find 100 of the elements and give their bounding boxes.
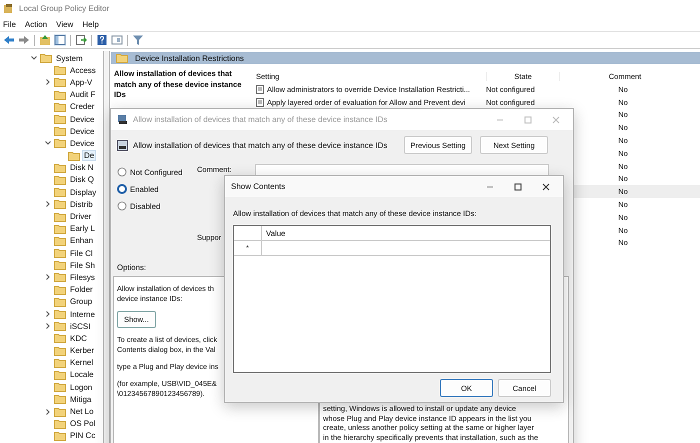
tree-item[interactable]: Audit F: [69, 90, 96, 100]
folder-icon: [54, 406, 66, 417]
tree-item[interactable]: Display: [69, 188, 98, 197]
folder-icon: [54, 199, 66, 210]
tree-item[interactable]: App-V: [69, 78, 94, 87]
folder-icon: [54, 162, 66, 173]
forward-arrow-icon[interactable]: [18, 34, 30, 46]
policy-setting-icon: [256, 84, 264, 94]
window-title: Local Group Policy Editor: [19, 4, 110, 13]
filter-icon[interactable]: [132, 34, 144, 46]
back-arrow-icon[interactable]: [3, 34, 15, 46]
folder-icon: [54, 248, 66, 258]
folder-icon: [116, 53, 128, 63]
tree-item[interactable]: Kernel: [69, 358, 94, 368]
tree-item[interactable]: File Sh: [69, 260, 96, 270]
tree-item[interactable]: Disk Q: [69, 175, 95, 184]
radio-button[interactable]: [117, 167, 127, 177]
console-tree-icon[interactable]: [54, 34, 66, 46]
expander-icon[interactable]: [44, 408, 52, 416]
tree-item[interactable]: Device: [69, 138, 96, 148]
tree-item[interactable]: Early L: [69, 224, 96, 234]
policy-icon: [117, 114, 128, 125]
tree-item[interactable]: Filesys: [69, 272, 96, 282]
folder-icon: [54, 321, 66, 332]
menu-item[interactable]: Help: [82, 20, 99, 28]
folder-icon: [54, 126, 66, 136]
folder-icon: [54, 236, 66, 246]
folder-icon: [54, 370, 66, 380]
tree-item[interactable]: Folder: [69, 285, 94, 294]
expander-icon[interactable]: [44, 322, 52, 330]
policy-heading: Allow installation of devices that match any of these device instance IDs: [133, 140, 388, 150]
folder-icon: [40, 53, 52, 64]
folder-icon: [54, 284, 66, 295]
expander-icon[interactable]: [44, 200, 52, 208]
policy-setting-icon: [256, 98, 264, 107]
tree-item[interactable]: Kerber: [69, 346, 96, 356]
tree-item[interactable]: iSCSI: [69, 322, 92, 331]
folder-icon: [54, 65, 66, 76]
tree-item[interactable]: Driver: [69, 212, 92, 222]
folder-icon: [54, 260, 66, 270]
tree-item[interactable]: Device: [69, 126, 96, 136]
app-icon: [3, 3, 14, 14]
tree-item[interactable]: PIN Cc: [69, 431, 96, 440]
folder-icon: [54, 430, 66, 441]
menu-item[interactable]: Action: [24, 20, 48, 28]
tree-item[interactable]: Logon: [69, 382, 94, 392]
folder-icon: [54, 272, 66, 282]
policy-icon: [117, 140, 128, 150]
tree-item[interactable]: De: [83, 151, 96, 160]
section-title: Device Installation Restrictions: [135, 54, 244, 62]
folder-icon: [54, 174, 66, 185]
tree-item[interactable]: Disk N: [69, 163, 95, 172]
tree-item[interactable]: Distrib: [69, 200, 94, 209]
dialog-title: Show Contents: [231, 182, 286, 191]
tree-item[interactable]: Locale: [69, 370, 95, 380]
close-button[interactable]: [541, 182, 551, 192]
folder-icon: [54, 138, 66, 148]
folder-icon: [54, 114, 66, 124]
tree-item[interactable]: Interne: [69, 310, 96, 319]
menu-item[interactable]: File: [3, 20, 16, 28]
tree-item[interactable]: Enhan: [69, 236, 94, 246]
folder-icon: [54, 418, 66, 429]
folder-icon: [54, 212, 66, 222]
folder-icon: [54, 77, 66, 88]
folder-icon: [68, 150, 80, 161]
folder-icon: [54, 358, 66, 368]
tree-item[interactable]: KDC: [69, 334, 88, 343]
tree-item[interactable]: Access: [69, 66, 97, 75]
folder-icon: [54, 90, 66, 100]
radio-button[interactable]: [117, 201, 127, 211]
expander-icon[interactable]: [44, 139, 52, 148]
expander-icon[interactable]: [44, 78, 52, 86]
folder-icon: [54, 346, 66, 356]
tree-item[interactable]: File Cl: [69, 248, 94, 258]
folder-icon: [54, 309, 66, 320]
maximize-button[interactable]: [513, 182, 523, 192]
folder-icon: [54, 224, 66, 234]
folder-icon: [54, 187, 66, 198]
expander-icon[interactable]: [44, 273, 52, 282]
export-list-icon[interactable]: [75, 34, 87, 46]
menu-item[interactable]: View: [56, 20, 74, 28]
dialog-title: Allow installation of devices that match any of these device instance IDs: [133, 115, 388, 124]
help-icon[interactable]: [96, 34, 108, 46]
folder-icon: [54, 296, 66, 307]
tree-item[interactable]: Group: [69, 297, 94, 306]
tree-item[interactable]: Creder: [69, 102, 96, 112]
radio-button[interactable]: [117, 184, 127, 194]
view-pane-icon[interactable]: [111, 34, 123, 46]
folder-icon: [54, 394, 66, 404]
folder-icon: [54, 102, 66, 112]
tree-item[interactable]: System: [55, 54, 84, 63]
tree-item[interactable]: Mitiga: [69, 394, 92, 404]
folder-icon: [54, 333, 66, 344]
folder-up-icon[interactable]: [39, 34, 51, 46]
folder-icon: [54, 382, 66, 392]
expander-icon[interactable]: [30, 54, 38, 62]
expander-icon[interactable]: [44, 310, 52, 318]
tree-item[interactable]: OS Pol: [69, 419, 96, 428]
tree-item[interactable]: Net Lo: [69, 407, 95, 416]
tree-item[interactable]: Device: [69, 114, 96, 124]
